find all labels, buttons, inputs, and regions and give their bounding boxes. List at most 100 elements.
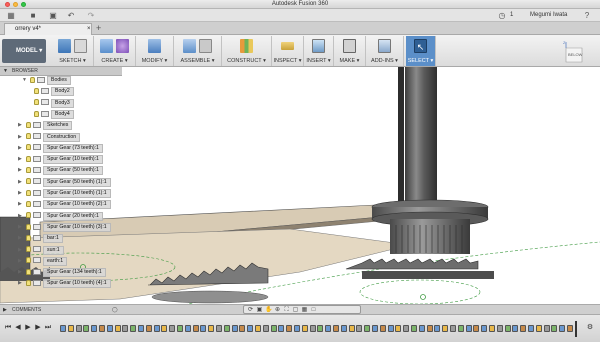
visibility-bulb-icon[interactable] [26, 178, 31, 185]
select-arrow-icon[interactable]: ↖ [414, 39, 427, 53]
grid-menu-icon[interactable]: ▦ [6, 11, 16, 20]
timeline-feature-icon[interactable] [504, 325, 511, 332]
press-pull-icon[interactable] [148, 39, 161, 53]
timeline-feature-icon[interactable] [489, 325, 495, 332]
visibility-bulb-icon[interactable] [26, 144, 31, 151]
timeline-feature-icon[interactable] [364, 325, 371, 332]
timeline-feature-icon[interactable] [426, 325, 433, 332]
timeline-feature-icon[interactable] [473, 325, 480, 332]
measure-icon[interactable] [281, 42, 294, 50]
browser-item[interactable]: ▶ Spur Gear (10 teeth) (2):1 [18, 200, 111, 210]
modify-group[interactable]: MODIFY ▾ [136, 36, 174, 66]
timeline-feature-icon[interactable] [418, 325, 425, 332]
timeline-feature-icon[interactable] [348, 325, 355, 332]
timeline-feature-icon[interactable] [231, 325, 238, 332]
timeline-feature-icon[interactable] [481, 325, 488, 332]
timeline-feature-icon[interactable] [294, 325, 300, 332]
timeline-feature-icon[interactable] [75, 325, 82, 332]
new-component-icon[interactable] [183, 39, 196, 53]
timeline-feature-icon[interactable] [106, 325, 113, 332]
timeline-feature-icon[interactable] [450, 325, 456, 332]
timeline-feature-icon[interactable] [122, 325, 129, 332]
timeline-feature-icon[interactable] [67, 325, 74, 332]
extrude-icon[interactable] [100, 39, 113, 53]
visibility-bulb-icon[interactable] [26, 280, 31, 287]
help-icon[interactable]: ? [582, 11, 592, 20]
timeline-feature-icon[interactable] [192, 325, 199, 332]
visibility-bulb-icon[interactable] [26, 223, 31, 230]
selection-point[interactable] [420, 294, 426, 300]
timeline-feature-icon[interactable] [60, 325, 66, 332]
timeline-feature-icon[interactable] [543, 325, 550, 332]
timeline-feature-icon[interactable] [270, 325, 277, 332]
timeline-feature-icon[interactable] [496, 325, 503, 332]
viewcube[interactable]: BELOW Z [562, 40, 588, 66]
timeline-feature-icon[interactable] [325, 325, 332, 332]
timeline-feature-icon[interactable] [184, 325, 191, 332]
timeline-settings-icon[interactable]: ⚙ [586, 324, 594, 332]
file-menu-icon[interactable]: ■ [28, 11, 38, 20]
visibility-bulb-icon[interactable] [26, 200, 31, 207]
expand-arrow-icon[interactable]: ▶ [18, 155, 22, 164]
browser-item[interactable]: ▶ Spur Gear (134 teeth):1 [18, 268, 106, 278]
timeline-feature-icon[interactable] [379, 325, 386, 332]
timeline-feature-icon[interactable] [372, 325, 378, 332]
fit-icon[interactable]: ⛶ [283, 307, 290, 313]
step-forward-icon[interactable]: ▶ [34, 324, 42, 332]
save-icon[interactable]: ▣ [48, 11, 58, 20]
timeline-feature-icon[interactable] [239, 325, 246, 332]
timeline-feature-icon[interactable] [286, 325, 293, 332]
display-settings-icon[interactable]: ▢ [292, 307, 299, 313]
visibility-bulb-icon[interactable] [34, 99, 39, 106]
timeline-feature-icon[interactable] [91, 325, 98, 332]
visibility-bulb-icon[interactable] [26, 246, 31, 253]
expand-arrow-icon[interactable]: ▶ [18, 166, 22, 175]
timeline-feature-icon[interactable] [161, 325, 168, 332]
timeline-feature-icon[interactable] [567, 325, 573, 332]
expand-arrow-icon[interactable]: ▶ [18, 246, 22, 255]
create-sketch-icon[interactable] [58, 39, 71, 53]
scripts-icon[interactable] [378, 39, 391, 53]
browser-item[interactable]: ▶ Spur Gear (73 teeth):1 [18, 143, 103, 153]
timeline-feature-icon[interactable] [356, 325, 363, 332]
expand-arrow-icon[interactable]: ▶ [18, 223, 22, 232]
timeline-feature-icon[interactable] [278, 325, 285, 332]
visibility-bulb-icon[interactable] [26, 212, 31, 219]
timeline-feature-icon[interactable] [99, 325, 105, 332]
timeline-marker[interactable] [575, 321, 577, 337]
browser-item[interactable]: ▶ Spur Gear (50 teeth):1 [18, 166, 103, 176]
browser-item[interactable]: ▼ Bodies [22, 76, 71, 85]
browser-item[interactable]: ▶ Sketches [18, 121, 73, 131]
orbit-icon[interactable]: ⟳ [247, 307, 254, 313]
expand-arrow-icon[interactable]: ▶ [18, 257, 22, 266]
new-tab-button[interactable]: + [96, 22, 101, 34]
redo-icon[interactable]: ↷ [86, 11, 96, 20]
browser-item[interactable]: ▶ Construction [18, 132, 81, 142]
timeline-feature-icon[interactable] [559, 325, 566, 332]
timeline-feature-icon[interactable] [208, 325, 215, 332]
sketch-rectangle-icon[interactable] [74, 39, 87, 53]
timeline-feature-icon[interactable] [411, 325, 417, 332]
expand-arrow-icon[interactable]: ▶ [18, 121, 22, 130]
timeline-feature-icon[interactable] [387, 325, 394, 332]
construct-group[interactable]: CONSTRUCT ▾ [222, 36, 272, 66]
timeline-feature-icon[interactable] [457, 325, 464, 332]
make-group[interactable]: MAKE ▾ [334, 36, 366, 66]
expand-arrow-icon[interactable]: ▶ [18, 189, 22, 198]
select-group[interactable]: ↖ SELECT ▾ [406, 36, 436, 66]
browser-item[interactable]: ▶ bar:1 [18, 234, 63, 244]
timeline-feature-icon[interactable] [309, 325, 316, 332]
expand-arrow-icon[interactable]: ▶ [18, 279, 22, 288]
visibility-bulb-icon[interactable] [30, 76, 35, 83]
assemble-group[interactable]: ASSEMBLE ▾ [174, 36, 222, 66]
timeline-feature-icon[interactable] [145, 325, 152, 332]
visibility-bulb-icon[interactable] [26, 133, 31, 140]
insert-image-icon[interactable] [312, 39, 325, 53]
browser-item[interactable]: Body4 [34, 109, 74, 119]
timeline-feature-icon[interactable] [216, 325, 222, 332]
timeline-feature-icon[interactable] [512, 325, 519, 332]
visibility-bulb-icon[interactable] [34, 110, 39, 117]
browser-item[interactable]: Body3 [34, 98, 74, 108]
pan-icon[interactable]: ✋ [265, 307, 272, 313]
browser-item[interactable]: ▶ earth:1 [18, 256, 68, 266]
